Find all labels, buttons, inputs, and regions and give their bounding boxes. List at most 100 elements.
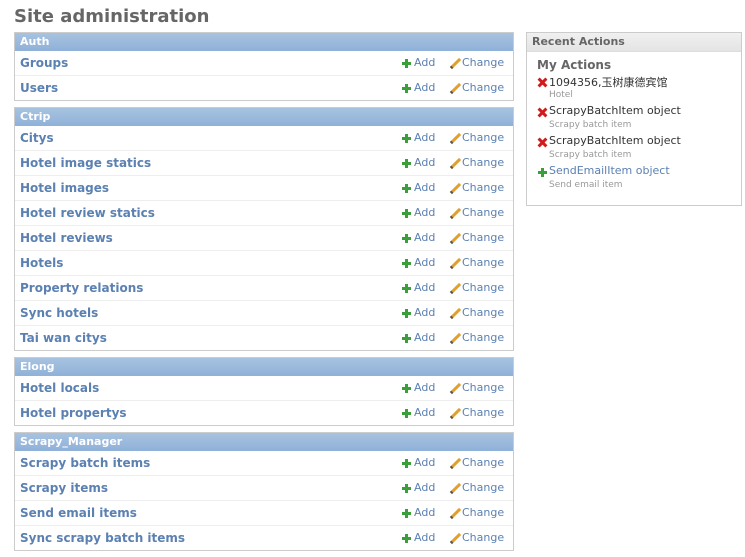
- change-link[interactable]: Change: [449, 51, 504, 75]
- model-link[interactable]: Scrapy batch items: [20, 451, 150, 475]
- module-caption[interactable]: Elong: [15, 358, 513, 376]
- add-link[interactable]: Add: [401, 51, 435, 75]
- change-link[interactable]: Change: [449, 176, 504, 200]
- recent-actions-module: Recent Actions My Actions 1094356,玉树康德宾馆…: [526, 32, 742, 206]
- change-link[interactable]: Change: [449, 451, 504, 475]
- model-row: Hotel review statics Add Change: [15, 201, 513, 226]
- change-link[interactable]: Change: [449, 276, 504, 300]
- change-link[interactable]: Change: [449, 501, 504, 525]
- change-label: Change: [462, 456, 505, 469]
- add-icon: [401, 183, 412, 194]
- change-link[interactable]: Change: [449, 326, 504, 350]
- model-link[interactable]: Property relations: [20, 276, 143, 300]
- add-link[interactable]: Add: [401, 501, 435, 525]
- change-link[interactable]: Change: [449, 251, 504, 275]
- module-caption[interactable]: Auth: [15, 33, 513, 51]
- model-row: Scrapy batch items Add Change: [15, 451, 513, 476]
- add-link[interactable]: Add: [401, 301, 435, 325]
- add-link[interactable]: Add: [401, 126, 435, 150]
- pencil-icon: [449, 83, 460, 94]
- module-caption[interactable]: Scrapy_Manager: [15, 433, 513, 451]
- change-link[interactable]: Change: [449, 201, 504, 225]
- add-icon: [401, 483, 412, 494]
- change-link[interactable]: Change: [449, 151, 504, 175]
- model-link[interactable]: Hotels: [20, 251, 63, 275]
- add-link[interactable]: Add: [401, 401, 435, 425]
- model-link[interactable]: Scrapy items: [20, 476, 108, 500]
- add-link[interactable]: Add: [401, 151, 435, 175]
- model-link[interactable]: Sync hotels: [20, 301, 98, 325]
- model-row: Property relations Add Change: [15, 276, 513, 301]
- pencil-icon: [449, 58, 460, 69]
- change-link[interactable]: Change: [449, 301, 504, 325]
- model-row: Hotel reviews Add Change: [15, 226, 513, 251]
- recent-action-title[interactable]: SendEmailItem object: [549, 164, 670, 177]
- model-link[interactable]: Tai wan citys: [20, 326, 107, 350]
- add-link[interactable]: Add: [401, 451, 435, 475]
- recent-action-item: 1094356,玉树康德宾馆 Hotel: [537, 74, 741, 104]
- model-link[interactable]: Send email items: [20, 501, 137, 525]
- add-link[interactable]: Add: [401, 176, 435, 200]
- model-link[interactable]: Groups: [20, 51, 68, 75]
- add-link[interactable]: Add: [401, 226, 435, 250]
- recent-actions-list: 1094356,玉树康德宾馆 Hotel ScrapyBatchItem objec…: [527, 74, 741, 194]
- add-link[interactable]: Add: [401, 376, 435, 400]
- recent-action-type: Scrapy batch item: [549, 150, 632, 160]
- add-link[interactable]: Add: [401, 276, 435, 300]
- change-label: Change: [462, 306, 505, 319]
- delete-icon: [537, 137, 548, 148]
- add-label: Add: [414, 281, 436, 294]
- add-label: Add: [414, 481, 436, 494]
- model-link[interactable]: Sync scrapy batch items: [20, 526, 185, 550]
- change-link[interactable]: Change: [449, 126, 504, 150]
- module-ctrip: Ctrip Citys Add Change Hotel image statics Ad…: [14, 107, 514, 351]
- model-link[interactable]: Hotel review statics: [20, 201, 155, 225]
- model-link[interactable]: Hotel images: [20, 176, 109, 200]
- model-link[interactable]: Hotel propertys: [20, 401, 127, 425]
- recent-action-item: SendEmailItem object Send email item: [537, 164, 741, 194]
- add-link[interactable]: Add: [401, 76, 435, 100]
- add-label: Add: [414, 131, 436, 144]
- recent-action-title: ScrapyBatchItem object: [549, 104, 681, 117]
- add-icon: [401, 208, 412, 219]
- add-label: Add: [414, 531, 436, 544]
- model-row: Send email items Add Change: [15, 501, 513, 526]
- pencil-icon: [449, 283, 460, 294]
- pencil-icon: [449, 408, 460, 419]
- model-link[interactable]: Hotel reviews: [20, 226, 113, 250]
- add-icon: [401, 283, 412, 294]
- add-link[interactable]: Add: [401, 476, 435, 500]
- add-label: Add: [414, 331, 436, 344]
- model-row: Scrapy items Add Change: [15, 476, 513, 501]
- model-link[interactable]: Citys: [20, 126, 54, 150]
- model-link[interactable]: Hotel locals: [20, 376, 99, 400]
- model-row: Citys Add Change: [15, 126, 513, 151]
- recent-action-title: ScrapyBatchItem object: [549, 134, 681, 147]
- add-label: Add: [414, 156, 436, 169]
- add-label: Add: [414, 406, 436, 419]
- model-link[interactable]: Users: [20, 76, 58, 100]
- recent-action-type: Send email item: [549, 180, 623, 190]
- add-icon: [401, 333, 412, 344]
- add-link[interactable]: Add: [401, 201, 435, 225]
- change-link[interactable]: Change: [449, 76, 504, 100]
- change-link[interactable]: Change: [449, 526, 504, 550]
- change-link[interactable]: Change: [449, 226, 504, 250]
- add-link[interactable]: Add: [401, 526, 435, 550]
- delete-icon: [537, 107, 548, 118]
- model-link[interactable]: Hotel image statics: [20, 151, 151, 175]
- change-link[interactable]: Change: [449, 376, 504, 400]
- add-link[interactable]: Add: [401, 326, 435, 350]
- pencil-icon: [449, 158, 460, 169]
- add-label: Add: [414, 181, 436, 194]
- change-label: Change: [462, 56, 505, 69]
- add-label: Add: [414, 456, 436, 469]
- recent-action-item: ScrapyBatchItem object Scrapy batch item: [537, 134, 741, 164]
- change-link[interactable]: Change: [449, 401, 504, 425]
- add-link[interactable]: Add: [401, 251, 435, 275]
- add-icon: [401, 508, 412, 519]
- add-icon: [401, 458, 412, 469]
- module-caption[interactable]: Ctrip: [15, 108, 513, 126]
- change-link[interactable]: Change: [449, 476, 504, 500]
- add-label: Add: [414, 56, 436, 69]
